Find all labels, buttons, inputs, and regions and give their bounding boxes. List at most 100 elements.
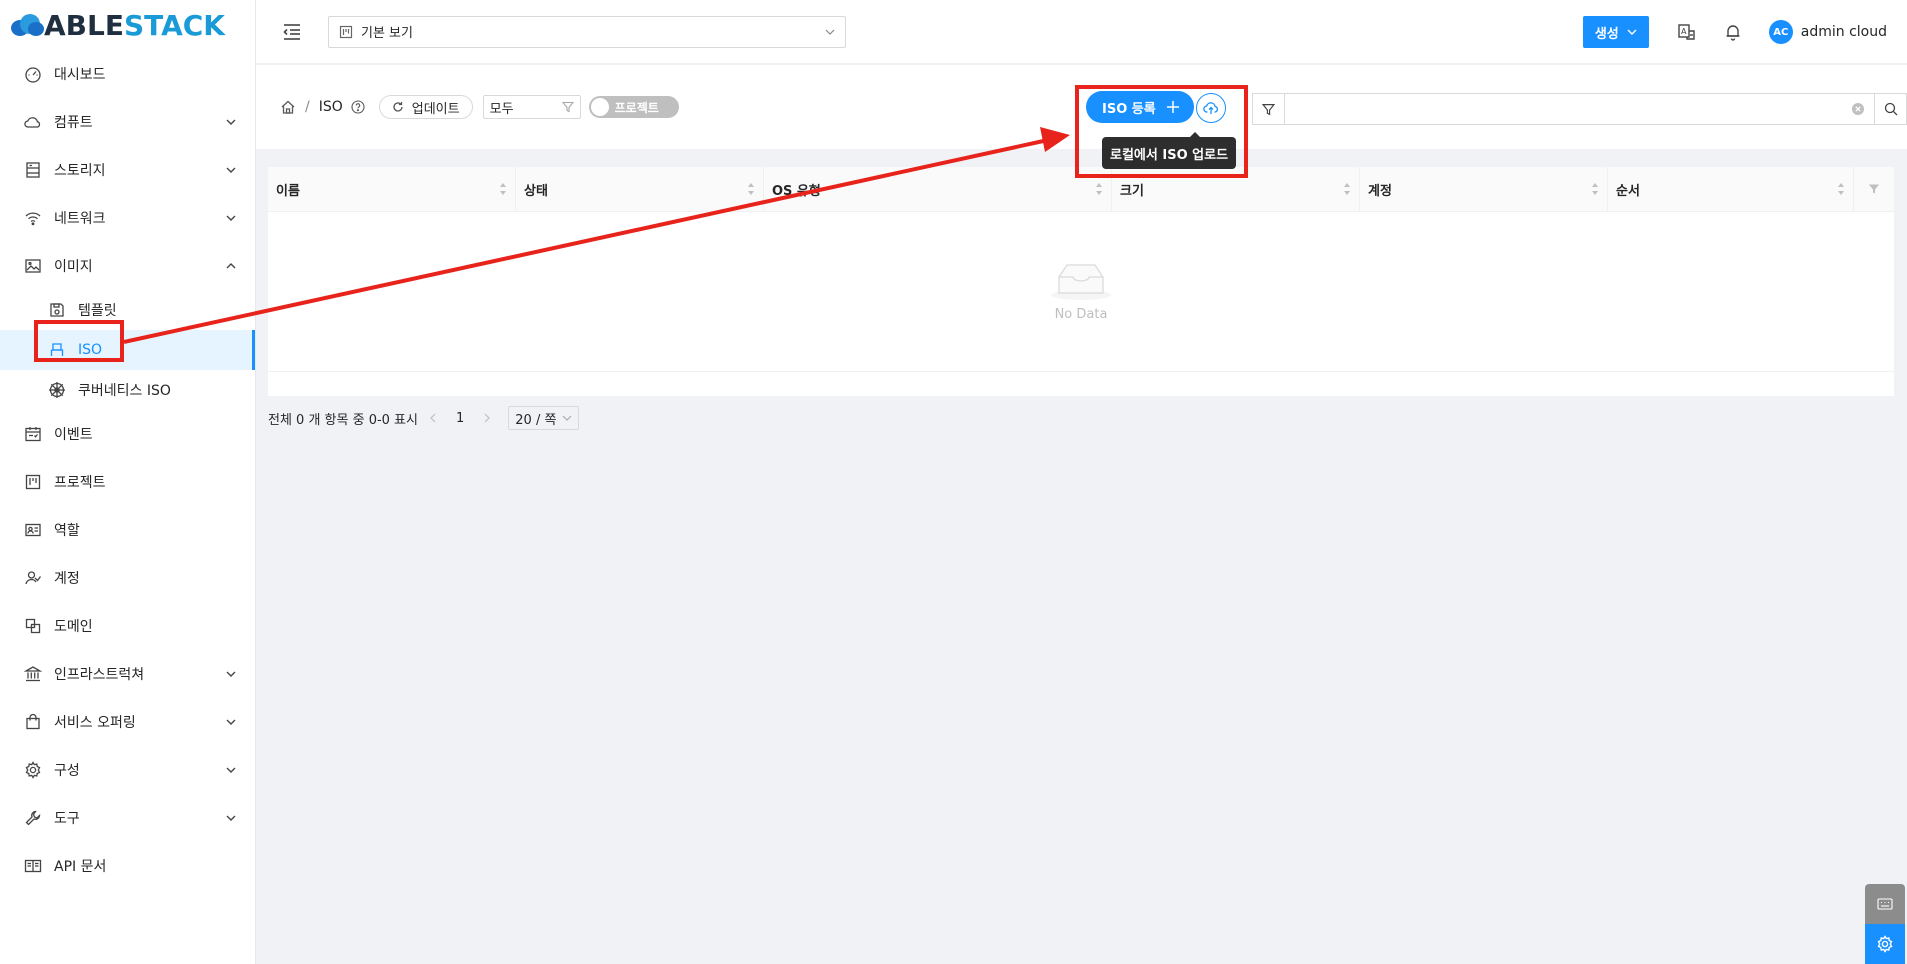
search-group [1252, 93, 1907, 125]
sidebar-item-label: 대시보드 [54, 67, 106, 83]
page-size-select[interactable]: 20 / 쪽 [508, 406, 580, 430]
logo-text-able: ABLE [44, 8, 124, 42]
sidebar-item-7[interactable]: 쿠버네티스 ISO [0, 370, 255, 410]
sidebar-item-17[interactable]: API 문서 [0, 842, 255, 890]
search-input[interactable] [1284, 93, 1875, 125]
schedule-icon [24, 425, 42, 443]
empty-inbox-icon [1051, 264, 1111, 300]
ablestack-logo[interactable]: ABLESTACK [0, 0, 255, 50]
sidebar-item-16[interactable]: 도구 [0, 794, 255, 842]
page-number[interactable]: 1 [456, 411, 464, 426]
team-icon [24, 569, 42, 587]
filter-select[interactable]: 모두 [482, 95, 581, 119]
block-icon [24, 617, 42, 635]
update-button[interactable]: 업데이트 [378, 95, 473, 119]
filter-select-value: 모두 [489, 101, 514, 117]
filter-icon [1869, 184, 1879, 194]
column-header[interactable]: OS 유형 [764, 167, 1112, 211]
sort-icon[interactable] [1343, 182, 1351, 196]
sort-icon[interactable] [499, 182, 507, 196]
sidebar-item-0[interactable]: 대시보드 [0, 50, 255, 98]
sidebar-item-1[interactable]: 컴퓨트 [0, 98, 255, 146]
sidebar-item-8[interactable]: 이벤트 [0, 410, 255, 458]
sort-icon[interactable] [747, 182, 755, 196]
column-header-label: OS 유형 [772, 183, 821, 199]
chevron-down-icon [562, 415, 572, 421]
search-icon [1884, 102, 1897, 116]
cloud-logo-icon [11, 14, 44, 36]
column-header[interactable]: 상태 [516, 167, 764, 211]
project-icon [339, 25, 353, 38]
project-icon [24, 473, 42, 491]
sidebar-item-13[interactable]: 인프라스트럭쳐 [0, 650, 255, 698]
sidebar-item-4[interactable]: 이미지 [0, 242, 255, 290]
column-header[interactable]: 순서 [1608, 167, 1854, 211]
column-header-label: 상태 [524, 183, 548, 199]
menu-fold-icon[interactable] [280, 20, 304, 44]
sort-icon[interactable] [1095, 182, 1103, 196]
top-header: 기본 보기 생성 A AC admin cloud [256, 0, 1907, 64]
prev-page-icon[interactable] [428, 413, 438, 423]
sidebar-item-11[interactable]: 계정 [0, 554, 255, 602]
sidebar-item-12[interactable]: 도메인 [0, 602, 255, 650]
sidebar-item-label: 서비스 오퍼링 [54, 715, 136, 731]
column-header-label: 순서 [1616, 183, 1640, 199]
setting-icon [24, 761, 42, 779]
bell-icon[interactable] [1723, 22, 1743, 42]
keyboard-icon [1877, 898, 1893, 910]
sidebar: ABLESTACK 대시보드 컴퓨트 스토리지 네트워크 이미지 템플릿 ISO 쿠버네티스 … [0, 0, 256, 964]
create-button-label: 생성 [1594, 26, 1619, 42]
next-page-icon[interactable] [482, 413, 492, 423]
helm-icon [48, 381, 66, 399]
avatar[interactable]: AC [1768, 20, 1793, 44]
create-button[interactable]: 생성 [1582, 16, 1649, 48]
project-toggle[interactable]: 프로젝트 [588, 96, 679, 118]
sidebar-item-9[interactable]: 프로젝트 [0, 458, 255, 506]
sidebar-item-label: 구성 [54, 763, 80, 779]
sidebar-item-15[interactable]: 구성 [0, 746, 255, 794]
home-icon[interactable] [280, 99, 296, 115]
chevron-down-icon [226, 719, 236, 725]
bank-icon [24, 665, 42, 683]
column-header[interactable]: 계정 [1360, 167, 1608, 211]
cloud-icon [24, 113, 42, 131]
shopping-icon [24, 713, 42, 731]
save-icon [48, 301, 66, 319]
sidebar-item-14[interactable]: 서비스 오퍼링 [0, 698, 255, 746]
keyboard-shortcut-button[interactable] [1865, 884, 1905, 924]
clear-circle-icon[interactable] [1851, 102, 1865, 116]
sidebar-item-2[interactable]: 스토리지 [0, 146, 255, 194]
sidebar-item-label: 도메인 [54, 619, 93, 635]
logo-text: ABLESTACK [44, 9, 225, 42]
view-select[interactable]: 기본 보기 [328, 15, 846, 48]
filter-icon [561, 101, 574, 113]
pagination-summary: 전체 0 개 항목 중 0-0 표시 [268, 412, 418, 428]
sidebar-item-label: 역할 [54, 523, 80, 539]
view-select-label: 기본 보기 [361, 26, 413, 41]
chevron-down-icon [1627, 29, 1637, 35]
username[interactable]: admin cloud [1801, 24, 1887, 40]
annotation-box-upload [1075, 85, 1248, 178]
chevron-down-icon [226, 167, 236, 173]
sidebar-item-label: 프로젝트 [54, 475, 106, 491]
translate-icon[interactable]: A [1677, 22, 1697, 42]
wifi-icon [24, 209, 42, 227]
toggle-knob [590, 98, 609, 116]
sidebar-item-label: API 문서 [54, 859, 107, 875]
tool-icon [24, 809, 42, 827]
header-actions: 생성 A AC admin cloud [1582, 0, 1887, 64]
question-circle-icon[interactable] [351, 100, 365, 114]
sidebar-item-10[interactable]: 역할 [0, 506, 255, 554]
sort-icon[interactable] [1591, 182, 1599, 196]
settings-float-button[interactable] [1865, 924, 1905, 964]
search-button[interactable] [1875, 93, 1907, 125]
sidebar-item-label: 네트워크 [54, 211, 106, 227]
column-header-label: 계정 [1368, 183, 1392, 199]
pagination: 전체 0 개 항목 중 0-0 표시 1 20 / 쪽 [268, 406, 580, 430]
sidebar-item-3[interactable]: 네트워크 [0, 194, 255, 242]
column-filter-button[interactable] [1854, 167, 1894, 211]
search-filter-button[interactable] [1252, 93, 1284, 125]
column-header[interactable]: 이름 [268, 167, 516, 211]
sort-icon[interactable] [1837, 182, 1845, 196]
breadcrumb-current: ISO [318, 99, 343, 115]
